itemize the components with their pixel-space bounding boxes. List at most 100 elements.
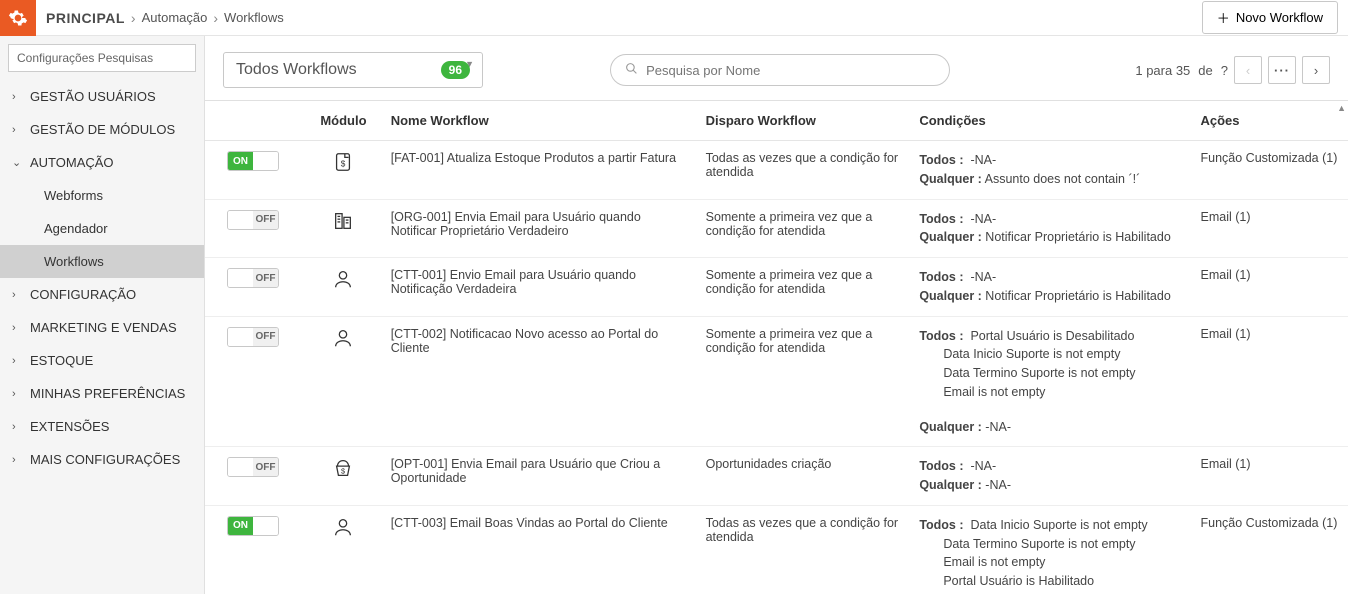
col-header-modulo[interactable]: Módulo — [306, 101, 380, 141]
workflow-conditions: Todos : -NA-Qualquer : Notificar Proprie… — [909, 258, 1190, 317]
workflow-name[interactable]: [CTT-001] Envio Email para Usuário quand… — [381, 258, 696, 317]
chevron-right-icon: › — [12, 388, 22, 400]
workflow-name[interactable]: [ORG-001] Envia Email para Usuário quand… — [381, 199, 696, 258]
breadcrumb-root[interactable]: PRINCIPAL — [46, 10, 125, 26]
pager: 1 para 35 de ? ‹ ··· › — [1135, 56, 1330, 84]
workflow-trigger: Todas as vezes que a condição for atendi… — [696, 141, 910, 200]
chevron-right-icon: › — [12, 421, 22, 433]
search-input[interactable] — [646, 63, 935, 78]
sidebar-item-label: GESTÃO DE MÓDULOS — [30, 122, 175, 137]
status-toggle[interactable]: ONOFF — [227, 210, 279, 230]
sidebar-item[interactable]: › ESTOQUE — [0, 344, 204, 377]
sidebar-item[interactable]: ⌄ AUTOMAÇÃO — [0, 146, 204, 179]
chevron-right-icon: › — [12, 454, 22, 466]
new-workflow-button[interactable]: ＋ Novo Workflow — [1202, 1, 1338, 34]
workflow-name[interactable]: [FAT-001] Atualiza Estoque Produtos a pa… — [381, 141, 696, 200]
pager-next[interactable]: › — [1302, 56, 1330, 84]
sidebar-item-label: AUTOMAÇÃO — [30, 155, 114, 170]
sidebar-item[interactable]: › MARKETING E VENDAS — [0, 311, 204, 344]
table-row[interactable]: ONOFF [CTT-001] Envio Email para Usuário … — [205, 258, 1348, 317]
workflow-action: Email (1) — [1191, 199, 1348, 258]
workflow-name[interactable]: [CTT-003] Email Boas Vindas ao Portal do… — [381, 505, 696, 594]
sidebar: Configurações Pesquisas › GESTÃO USUÁRIOS… — [0, 36, 205, 594]
table-row[interactable]: ONOFF $ [OPT-001] Envia Email para Usuário… — [205, 447, 1348, 506]
status-toggle[interactable]: ONOFF — [227, 457, 279, 477]
workflow-action: Email (1) — [1191, 447, 1348, 506]
workflow-action: Email (1) — [1191, 258, 1348, 317]
workflow-conditions: Todos : -NA-Qualquer : -NA- — [909, 447, 1190, 506]
pager-prev[interactable]: ‹ — [1234, 56, 1262, 84]
workflow-conditions: Todos : Portal Usuário is DesabilitadoDa… — [909, 316, 1190, 447]
sidebar-item-label: ESTOQUE — [30, 353, 93, 368]
chevron-right-icon: › — [12, 355, 22, 367]
module-icon — [306, 258, 380, 317]
sidebar-item-label: MINHAS PREFERÊNCIAS — [30, 386, 185, 401]
breadcrumb-item[interactable]: Automação — [142, 10, 208, 25]
workflow-trigger: Somente a primeira vez que a condição fo… — [696, 258, 910, 317]
workflow-name[interactable]: [CTT-002] Notificacao Novo acesso ao Por… — [381, 316, 696, 447]
gear-icon[interactable] — [0, 0, 36, 36]
sidebar-item[interactable]: › CONFIGURAÇÃO — [0, 278, 204, 311]
chevron-right-icon: › — [12, 322, 22, 334]
workflow-action: Email (1) — [1191, 316, 1348, 447]
sidebar-item-label: MAIS CONFIGURAÇÕES — [30, 452, 180, 467]
workflow-name[interactable]: [OPT-001] Envia Email para Usuário que C… — [381, 447, 696, 506]
caret-down-icon: ▼ — [465, 59, 474, 69]
col-header-cond[interactable]: Condições — [909, 101, 1190, 141]
sidebar-subitem[interactable]: Agendador — [0, 212, 204, 245]
module-icon: $ — [306, 141, 380, 200]
col-header-acoes[interactable]: Ações — [1191, 101, 1348, 141]
scroll-up-icon[interactable]: ▲ — [1337, 103, 1346, 113]
toolbar: Todos Workflows 96 ▼ 1 para 35 de ? ‹ ··… — [205, 36, 1348, 100]
sidebar-subitem[interactable]: Webforms — [0, 179, 204, 212]
pager-more[interactable]: ··· — [1268, 56, 1296, 84]
sidebar-item-label: MARKETING E VENDAS — [30, 320, 177, 335]
module-icon — [306, 316, 380, 447]
module-icon — [306, 199, 380, 258]
sidebar-search[interactable]: Configurações Pesquisas — [8, 44, 196, 72]
main-content: Todos Workflows 96 ▼ 1 para 35 de ? ‹ ··… — [205, 36, 1348, 594]
workflow-filter-dropdown[interactable]: Todos Workflows 96 ▼ — [223, 52, 483, 88]
sidebar-item[interactable]: › GESTÃO DE MÓDULOS — [0, 113, 204, 146]
table-row[interactable]: ONOFF $ [FAT-001] Atualiza Estoque Produto… — [205, 141, 1348, 200]
table-row[interactable]: ONOFF [ORG-001] Envia Email para Usuário … — [205, 199, 1348, 258]
workflow-trigger: Somente a primeira vez que a condição fo… — [696, 316, 910, 447]
sidebar-item-label: CONFIGURAÇÃO — [30, 287, 136, 302]
search-icon — [625, 62, 638, 78]
sidebar-item[interactable]: › GESTÃO USUÁRIOS — [0, 80, 204, 113]
sidebar-item-label: GESTÃO USUÁRIOS — [30, 89, 156, 104]
workflow-table-wrap: ▲ Módulo Nome Workflow Disparo Workflow … — [205, 100, 1348, 594]
sidebar-item[interactable]: › MINHAS PREFERÊNCIAS — [0, 377, 204, 410]
module-icon: $ — [306, 447, 380, 506]
svg-text:$: $ — [341, 160, 346, 169]
breadcrumb: PRINCIPAL › Automação › Workflows — [46, 10, 284, 26]
workflow-action: Função Customizada (1) — [1191, 141, 1348, 200]
workflow-action: Função Customizada (1) — [1191, 505, 1348, 594]
search-field[interactable] — [610, 54, 950, 86]
status-toggle[interactable]: ONOFF — [227, 151, 279, 171]
status-toggle[interactable]: ONOFF — [227, 327, 279, 347]
module-icon — [306, 505, 380, 594]
chevron-down-icon: ⌄ — [12, 156, 22, 169]
workflow-conditions: Todos : Data Inicio Suporte is not empty… — [909, 505, 1190, 594]
sidebar-item[interactable]: ›EXTENSÕES — [0, 410, 204, 443]
col-header-nome[interactable]: Nome Workflow — [381, 101, 696, 141]
col-header-disparo[interactable]: Disparo Workflow — [696, 101, 910, 141]
workflow-conditions: Todos : -NA-Qualquer : Assunto does not … — [909, 141, 1190, 200]
breadcrumb-item[interactable]: Workflows — [224, 10, 284, 25]
chevron-right-icon: › — [12, 91, 22, 103]
table-row[interactable]: ONOFF [CTT-003] Email Boas Vindas ao Port… — [205, 505, 1348, 594]
workflow-conditions: Todos : -NA-Qualquer : Notificar Proprie… — [909, 199, 1190, 258]
table-row[interactable]: ONOFF [CTT-002] Notificacao Novo acesso a… — [205, 316, 1348, 447]
chevron-right-icon: › — [12, 124, 22, 136]
workflow-table: Módulo Nome Workflow Disparo Workflow Co… — [205, 101, 1348, 594]
workflow-trigger: Somente a primeira vez que a condição fo… — [696, 199, 910, 258]
workflow-trigger: Todas as vezes que a condição for atendi… — [696, 505, 910, 594]
chevron-right-icon: › — [12, 289, 22, 301]
status-toggle[interactable]: ONOFF — [227, 516, 279, 536]
workflow-trigger: Oportunidades criação — [696, 447, 910, 506]
sidebar-subitem[interactable]: Workflows — [0, 245, 204, 278]
svg-text:$: $ — [341, 467, 345, 476]
sidebar-item[interactable]: › MAIS CONFIGURAÇÕES — [0, 443, 204, 476]
status-toggle[interactable]: ONOFF — [227, 268, 279, 288]
